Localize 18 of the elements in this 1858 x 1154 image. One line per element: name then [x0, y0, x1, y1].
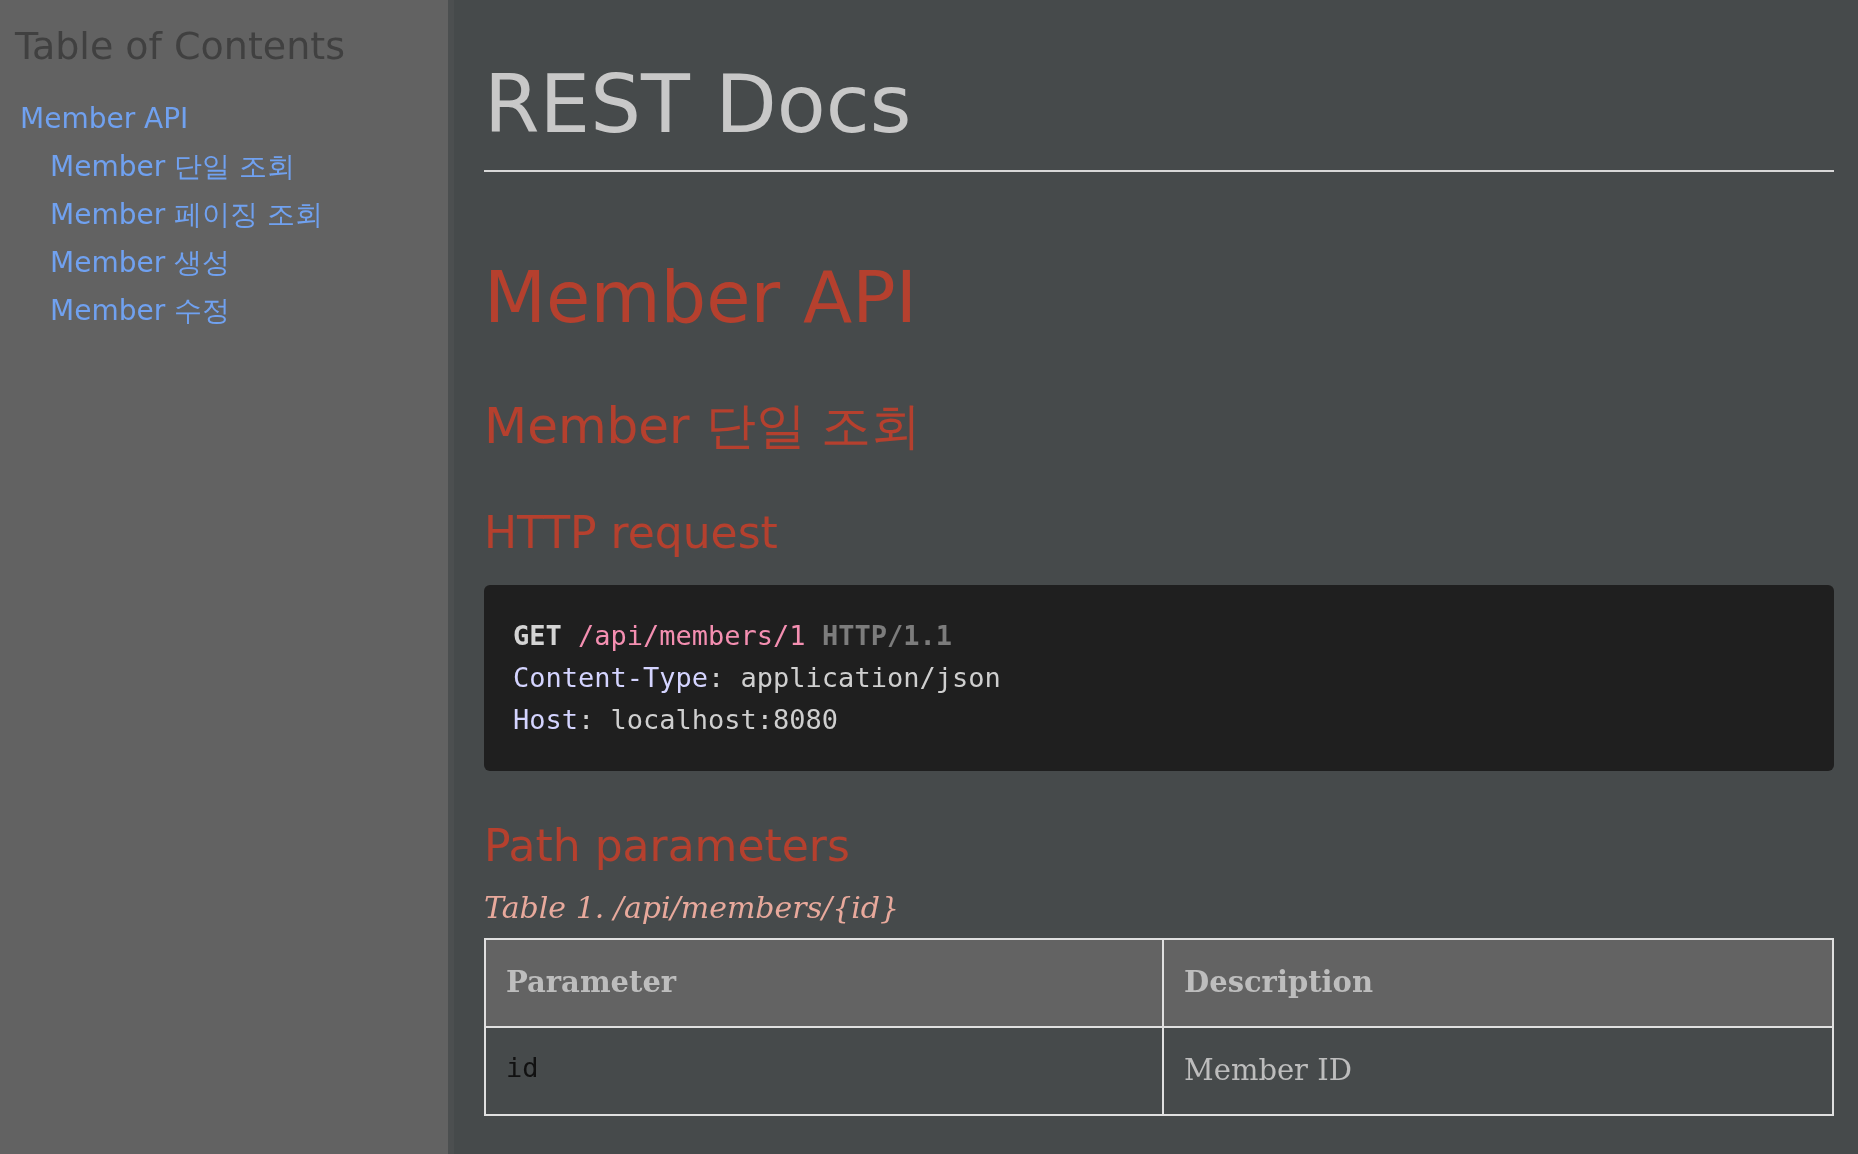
subsection-heading: Member 단일 조회 [484, 396, 922, 457]
toc-link[interactable]: Member 단일 조회 [50, 143, 295, 191]
request-heading: HTTP request [484, 506, 778, 560]
code-line: Host: localhost:8080 [513, 703, 839, 737]
code-line: Content-Type: application/json [513, 661, 1001, 695]
code-line: GET /api/members/1 HTTP/1.1 [513, 619, 952, 653]
toc-link[interactable]: Member 생성 [50, 239, 231, 287]
toc-link[interactable]: Member 수정 [50, 287, 231, 335]
table-caption: Table 1. /api/members/{id} [484, 889, 900, 927]
table-cell: Member ID [1163, 1027, 1833, 1115]
table-cell: id [485, 1027, 1164, 1115]
toc-link[interactable]: Member API [20, 95, 189, 143]
parameters-heading: Path parameters [484, 819, 850, 873]
column-header: Description [1163, 939, 1833, 1027]
toc-link[interactable]: Member 페이징 조회 [50, 191, 323, 239]
page-title: REST Docs [484, 57, 912, 153]
column-header: Parameter [485, 939, 1164, 1027]
section-heading: Member API [484, 254, 917, 341]
